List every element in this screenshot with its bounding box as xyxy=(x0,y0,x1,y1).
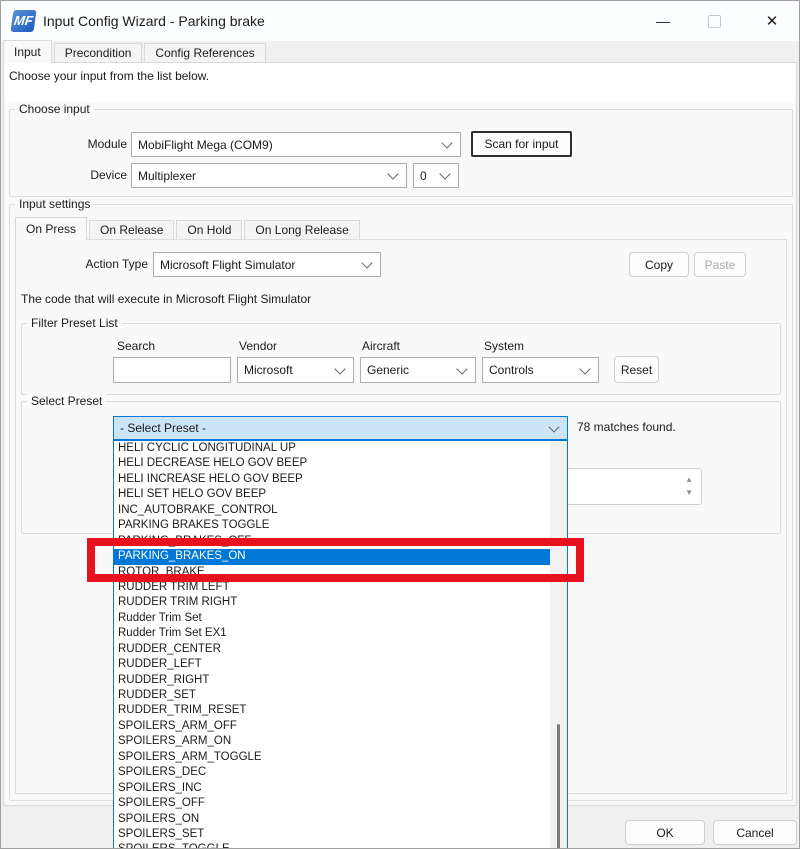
search-label: Search xyxy=(117,339,155,353)
preset-list-item[interactable]: SPOILERS_ARM_TOGGLE xyxy=(114,750,550,765)
scan-for-input-button[interactable]: Scan for input xyxy=(471,131,572,157)
preset-list-item[interactable]: HELI SET HELO GOV BEEP xyxy=(114,487,550,502)
chevron-down-icon xyxy=(548,421,559,432)
vendor-value: Microsoft xyxy=(238,363,336,377)
minimize-icon: — xyxy=(656,13,670,29)
tab-on-press[interactable]: On Press xyxy=(15,217,87,240)
preset-list-item[interactable]: SPOILERS_OFF xyxy=(114,796,550,811)
window-title: Input Config Wizard - Parking brake xyxy=(43,1,265,41)
preset-list-item[interactable]: HELI CYCLIC LONGITUDINAL UP xyxy=(114,441,550,456)
preset-list-item[interactable]: Rudder Trim Set EX1 xyxy=(114,626,550,641)
action-type-value: Microsoft Flight Simulator xyxy=(154,258,363,272)
spinner-up-icon[interactable]: ▲ xyxy=(685,476,693,484)
tab-on-long-release[interactable]: On Long Release xyxy=(244,220,359,240)
preset-list-item[interactable]: RUDDER TRIM RIGHT xyxy=(114,595,550,610)
system-value: Controls xyxy=(483,363,581,377)
preset-list-item[interactable]: Rudder Trim Set xyxy=(114,611,550,626)
preset-list-item[interactable]: ROTOR_BRAKE xyxy=(114,565,550,580)
cancel-button[interactable]: Cancel xyxy=(713,820,797,845)
chevron-down-icon xyxy=(441,137,452,148)
preset-list-item[interactable]: SPOILERS_SET xyxy=(114,827,550,842)
preset-list-item[interactable]: SPOILERS_ARM_OFF xyxy=(114,719,550,734)
preset-list-item[interactable]: SPOILERS_INC xyxy=(114,781,550,796)
chevron-down-icon xyxy=(456,363,467,374)
preset-list-item[interactable]: RUDDER_RIGHT xyxy=(114,673,550,688)
device-number-value: 0 xyxy=(414,169,441,183)
device-number-combobox[interactable]: 0 xyxy=(413,163,459,188)
copy-button[interactable]: Copy xyxy=(629,252,689,277)
title-bar: MF Input Config Wizard - Parking brake —… xyxy=(1,1,799,41)
device-combobox[interactable]: Multiplexer xyxy=(131,163,407,188)
chevron-down-icon xyxy=(361,257,372,268)
spinner-down-icon[interactable]: ▼ xyxy=(685,489,693,497)
chevron-down-icon xyxy=(579,363,590,374)
preset-list-item[interactable]: SPOILERS_TOGGLE xyxy=(114,842,550,849)
preset-list-item[interactable]: SPOILERS_ON xyxy=(114,812,550,827)
close-icon: ✕ xyxy=(766,12,779,30)
preset-list-item[interactable]: RUDDER_SET xyxy=(114,688,550,703)
list-scrollbar[interactable] xyxy=(550,441,567,849)
preset-list-item[interactable]: HELI DECREASE HELO GOV BEEP xyxy=(114,456,550,471)
list-scrollbar-thumb[interactable] xyxy=(557,724,560,849)
tab-on-hold[interactable]: On Hold xyxy=(176,220,242,240)
intro-text: Choose your input from the list below. xyxy=(9,69,209,83)
preset-list-item[interactable]: RUDDER_CENTER xyxy=(114,642,550,657)
module-value: MobiFlight Mega (COM9) xyxy=(132,138,443,152)
maximize-button[interactable] xyxy=(691,1,737,41)
event-tab-strip: On Press On Release On Hold On Long Rele… xyxy=(15,217,362,240)
tab-config-references[interactable]: Config References xyxy=(144,43,265,63)
preset-list-item[interactable]: RUDDER_TRIM_RESET xyxy=(114,703,550,718)
module-combobox[interactable]: MobiFlight Mega (COM9) xyxy=(131,132,461,157)
preset-list-item[interactable]: SPOILERS_DEC xyxy=(114,765,550,780)
choose-input-legend: Choose input xyxy=(15,102,94,116)
module-label: Module xyxy=(61,137,127,151)
paste-button[interactable]: Paste xyxy=(694,252,746,277)
vendor-combobox[interactable]: Microsoft xyxy=(237,357,354,383)
tab-precondition[interactable]: Precondition xyxy=(54,43,143,63)
input-settings-legend: Input settings xyxy=(15,197,94,211)
chevron-down-icon xyxy=(334,363,345,374)
action-description: The code that will execute in Microsoft … xyxy=(21,292,311,306)
system-label: System xyxy=(484,339,524,353)
search-input[interactable] xyxy=(113,357,231,383)
select-preset-value: - Select Preset - xyxy=(114,421,550,435)
system-combobox[interactable]: Controls xyxy=(482,357,599,383)
action-type-label: Action Type xyxy=(68,257,148,271)
mobiflight-logo-icon: MF xyxy=(10,10,36,32)
preset-list-item[interactable]: PARKING_BRAKES_OFF xyxy=(114,534,550,549)
preset-list-item[interactable]: RUDDER TRIM LEFT xyxy=(114,580,550,595)
preset-list-item[interactable]: RUDDER_LEFT xyxy=(114,657,550,672)
select-preset-combobox[interactable]: - Select Preset - xyxy=(113,416,568,440)
preset-list-item[interactable]: SPOILERS_ARM_ON xyxy=(114,734,550,749)
device-value: Multiplexer xyxy=(132,169,389,183)
chevron-down-icon xyxy=(439,168,450,179)
chevron-down-icon xyxy=(387,168,398,179)
preset-list-item[interactable]: PARKING_BRAKES_ON xyxy=(114,549,550,564)
tab-input[interactable]: Input xyxy=(3,40,52,63)
preset-dropdown-list: HELI CYCLIC LONGITUDINAL UPHELI DECREASE… xyxy=(113,440,568,849)
vendor-label: Vendor xyxy=(239,339,277,353)
preset-list-item[interactable]: INC_AUTOBRAKE_CONTROL xyxy=(114,503,550,518)
ok-button[interactable]: OK xyxy=(625,820,705,845)
aircraft-value: Generic xyxy=(361,363,458,377)
close-button[interactable]: ✕ xyxy=(749,1,795,41)
matches-found-text: 78 matches found. xyxy=(577,420,676,434)
preset-list-item[interactable]: PARKING BRAKES TOGGLE xyxy=(114,518,550,533)
action-type-combobox[interactable]: Microsoft Flight Simulator xyxy=(153,252,381,277)
aircraft-combobox[interactable]: Generic xyxy=(360,357,476,383)
preset-list-item[interactable]: HELI INCREASE HELO GOV BEEP xyxy=(114,472,550,487)
reset-button[interactable]: Reset xyxy=(614,356,659,383)
input-config-wizard-dialog: MF Input Config Wizard - Parking brake —… xyxy=(0,0,800,849)
device-label: Device xyxy=(61,168,127,182)
minimize-button[interactable]: — xyxy=(640,1,686,41)
tab-on-release[interactable]: On Release xyxy=(89,220,174,240)
main-tab-strip: Input Precondition Config References xyxy=(3,41,268,63)
filter-preset-legend: Filter Preset List xyxy=(27,316,122,330)
aircraft-label: Aircraft xyxy=(362,339,400,353)
select-preset-legend: Select Preset xyxy=(27,394,106,408)
maximize-icon xyxy=(708,15,721,28)
